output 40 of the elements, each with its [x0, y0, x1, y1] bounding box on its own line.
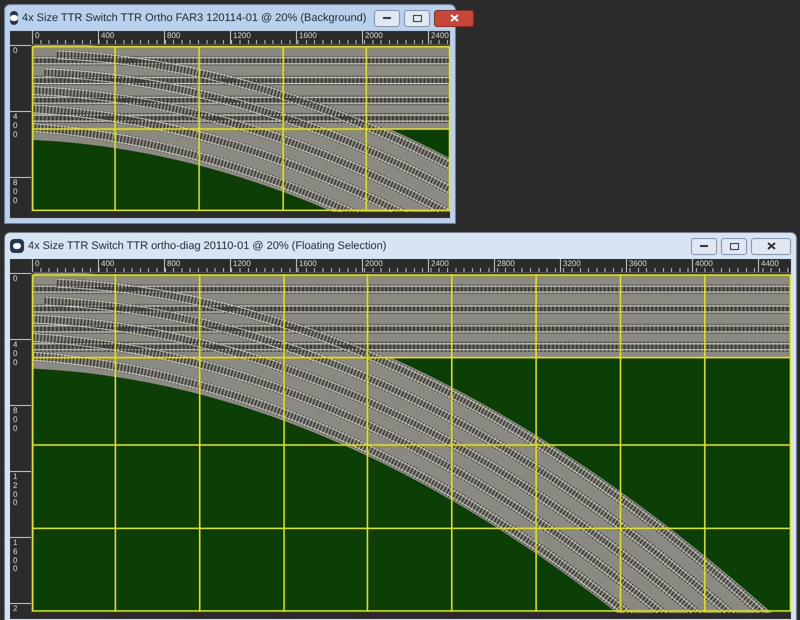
ruler-label: 400: [13, 113, 18, 140]
ruler-label: 1600: [299, 259, 318, 268]
ruler-label: 1200: [233, 31, 252, 40]
close-icon: [450, 14, 459, 22]
ruler-label: 2: [13, 605, 18, 613]
window-title: 4x Size TTR Switch TTR Ortho FAR3 120114-01 @ 20% (Background): [22, 10, 366, 26]
ruler-label: 400: [13, 341, 18, 368]
close-button[interactable]: [751, 238, 791, 254]
ruler-label: 2000: [365, 259, 384, 268]
ruler-label: 400: [101, 259, 116, 268]
maximize-button[interactable]: [404, 10, 430, 26]
close-button[interactable]: [434, 10, 474, 26]
ruler-label: 0: [13, 47, 18, 56]
ruler-label: 2400: [431, 31, 450, 40]
minimize-button[interactable]: [691, 238, 717, 254]
maximize-button[interactable]: [721, 238, 747, 254]
ruler-label: 1600: [299, 31, 318, 40]
ruler-label: 800: [13, 179, 18, 206]
ruler-label: 800: [13, 407, 18, 434]
app-icon: [10, 239, 24, 253]
ruler-label: 1200: [13, 473, 18, 508]
ruler-label: 800: [167, 259, 182, 268]
ruler-label: 0: [13, 275, 18, 284]
ruler-label: 0: [35, 31, 40, 40]
ruler-label: 2400: [431, 259, 450, 268]
app-icon: [10, 11, 18, 25]
minimize-button[interactable]: [374, 10, 400, 26]
ruler-label: 4400: [761, 259, 780, 268]
ruler-label: 400: [101, 31, 116, 40]
ruler-label: 4000: [695, 259, 714, 268]
close-icon: [766, 242, 776, 250]
ruler-label: 3600: [629, 259, 648, 268]
ruler-label: 1200: [233, 259, 252, 268]
ruler-label: 1600: [13, 539, 18, 574]
ruler-label: 3200: [563, 259, 582, 268]
ruler-label: 800: [167, 31, 182, 40]
ruler-label: 2800: [497, 259, 516, 268]
window-title: 4x Size TTR Switch TTR ortho-diag 20110-01 @ 20% (Floating Selection): [28, 238, 386, 254]
ruler-label: 2000: [365, 31, 384, 40]
ruler-label: 0: [35, 259, 40, 268]
